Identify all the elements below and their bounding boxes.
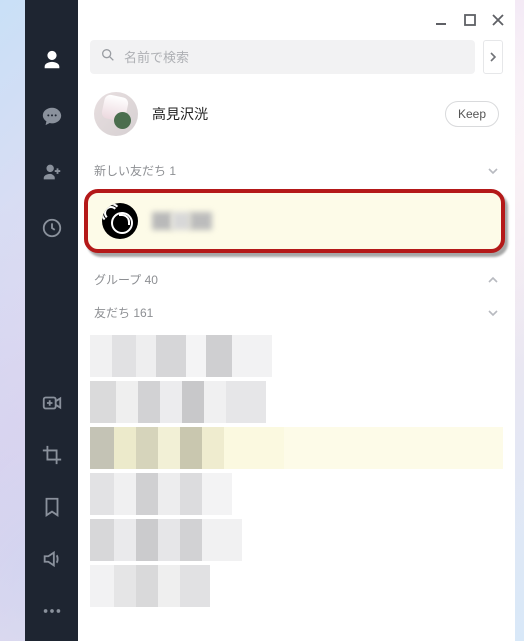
avatar <box>94 92 138 136</box>
sidebar <box>25 0 78 641</box>
section-new-friends[interactable]: 新しい友だち 1 <box>78 154 515 187</box>
section-groups[interactable]: グループ 40 <box>78 263 515 296</box>
search-input[interactable] <box>124 50 465 65</box>
profile-row[interactable]: 高見沢洸 Keep <box>78 84 515 154</box>
section-friends[interactable]: 友だち 161 <box>78 296 515 329</box>
sidebar-top <box>40 48 64 240</box>
friends-tab-icon[interactable] <box>40 48 64 72</box>
maximize-button[interactable] <box>463 13 477 27</box>
section-label: 友だち 161 <box>94 304 153 321</box>
search-row <box>78 40 515 84</box>
official-account-icon <box>102 203 138 239</box>
list-item[interactable] <box>90 381 503 423</box>
minimize-button[interactable] <box>435 13 449 27</box>
list-item[interactable] <box>90 335 503 377</box>
list-item[interactable] <box>90 473 503 515</box>
search-icon <box>100 47 116 68</box>
main-panel: 高見沢洸 Keep 新しい友だち 1 グループ 40 <box>78 0 515 641</box>
chevron-up-icon <box>487 274 499 286</box>
bookmark-icon[interactable] <box>40 495 64 519</box>
close-button[interactable] <box>491 13 505 27</box>
more-icon[interactable] <box>40 599 64 623</box>
section-label: グループ 40 <box>94 271 158 288</box>
keep-button[interactable]: Keep <box>445 101 499 127</box>
crop-icon[interactable] <box>40 443 64 467</box>
search-box[interactable] <box>90 40 475 74</box>
volume-icon[interactable] <box>40 547 64 571</box>
chevron-down-icon <box>487 165 499 177</box>
expand-search-button[interactable] <box>483 40 503 74</box>
friend-list <box>78 329 515 609</box>
list-item[interactable] <box>90 427 503 469</box>
sidebar-bottom <box>40 391 64 623</box>
add-friend-icon[interactable] <box>40 160 64 184</box>
list-item[interactable] <box>90 565 503 607</box>
timeline-icon[interactable] <box>40 216 64 240</box>
chat-tab-icon[interactable] <box>40 104 64 128</box>
list-item[interactable] <box>90 519 503 561</box>
video-add-icon[interactable] <box>40 391 64 415</box>
section-label: 新しい友だち 1 <box>94 162 176 179</box>
titlebar <box>78 0 515 40</box>
new-friend-item-highlight[interactable] <box>84 189 505 253</box>
friend-name-redacted <box>152 212 212 230</box>
chevron-down-icon <box>487 307 499 319</box>
app-window: 高見沢洸 Keep 新しい友だち 1 グループ 40 <box>25 0 515 641</box>
profile-name: 高見沢洸 <box>152 104 208 124</box>
